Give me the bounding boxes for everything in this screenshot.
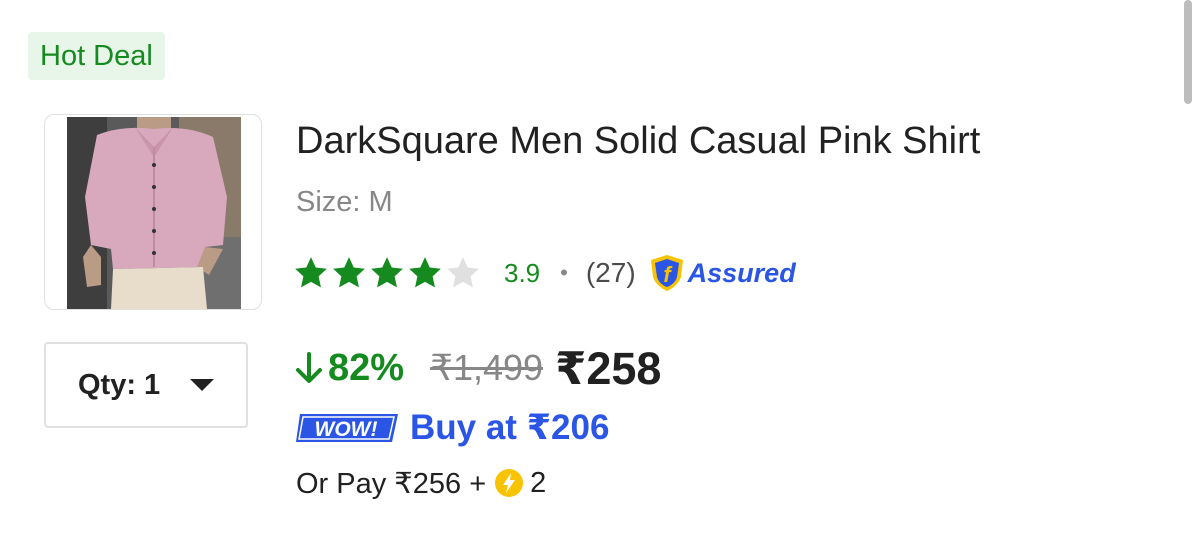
discount-percent: 82%: [328, 346, 405, 389]
star-icon: [295, 257, 327, 288]
wow-price-label: Buy at ₹206: [410, 408, 610, 447]
rating-row: 3.9 • (27) f Assured: [292, 250, 796, 296]
supercoin-icon: [495, 469, 524, 497]
wow-offer[interactable]: WOW! Buy at ₹206: [294, 405, 609, 451]
star-rating: [292, 254, 482, 292]
hot-deal-badge: Hot Deal: [28, 32, 165, 80]
original-price: ₹1,499: [430, 347, 544, 388]
star-empty-icon: [447, 257, 479, 288]
price-row: 82% ₹1,499 ₹258: [294, 340, 661, 396]
product-photo: [67, 117, 241, 309]
product-image[interactable]: [44, 114, 262, 310]
assured-badge: f Assured: [648, 253, 796, 293]
pay-prefix: Or Pay ₹256 +: [296, 467, 487, 500]
quantity-select[interactable]: Qty: 1: [44, 342, 248, 428]
star-icon: [333, 257, 365, 288]
rating-value: 3.9: [504, 257, 541, 288]
pay-with-coins: Or Pay ₹256 + 2: [296, 462, 546, 504]
star-icon: [371, 257, 403, 288]
product-size: Size: M: [296, 186, 393, 218]
review-count[interactable]: (27): [586, 257, 636, 289]
star-icon: [409, 257, 441, 288]
caret-down-icon: [190, 379, 215, 391]
quantity-label: Qty: 1: [78, 368, 161, 401]
coin-count: 2: [530, 466, 547, 499]
discount: 82%: [294, 347, 404, 390]
rating-separator: •: [560, 260, 568, 285]
assured-label: Assured: [687, 257, 796, 288]
product-title[interactable]: DarkSquare Men Solid Casual Pink Shirt: [296, 120, 980, 163]
shield-f-icon: f: [650, 255, 683, 291]
wow-badge-icon: WOW!: [296, 414, 398, 442]
scrollbar[interactable]: [1184, 0, 1192, 104]
final-price: ₹258: [555, 342, 662, 394]
arrow-down-icon: [296, 352, 322, 383]
wow-badge-text: WOW!: [315, 418, 378, 441]
